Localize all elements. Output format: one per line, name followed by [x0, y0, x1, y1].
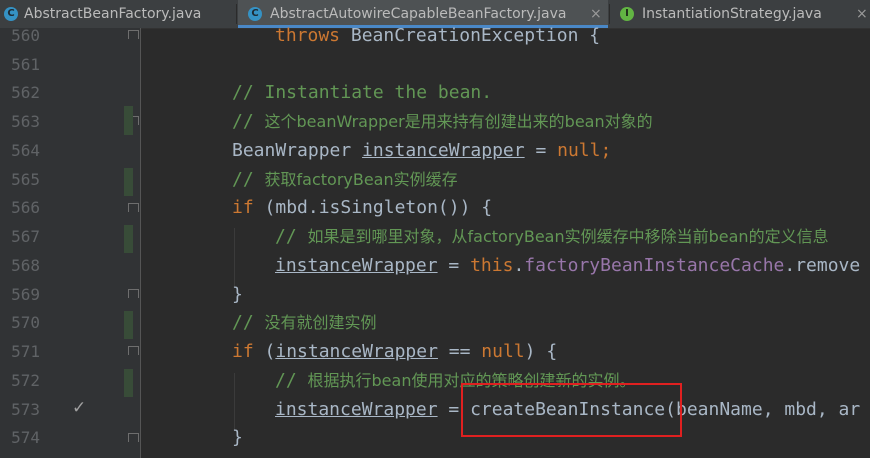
indent-guide: [234, 228, 235, 286]
indent-guide: [234, 373, 235, 431]
code-line-574: }: [232, 427, 243, 448]
code-line-560: throws BeanCreationException {: [275, 25, 601, 46]
java-interface-icon: I: [620, 7, 634, 21]
code-line-568: instanceWrapper = this.factoryBeanInstan…: [275, 255, 861, 276]
close-tab-icon[interactable]: ×: [856, 0, 868, 28]
highlight-box: [461, 383, 682, 437]
code-line-570: // 没有就创建实例: [232, 312, 377, 333]
tab-divider: [236, 4, 237, 24]
tab-label: AbstractBeanFactory.java: [24, 6, 202, 22]
code-line-571: if (instanceWrapper == null) {: [232, 341, 558, 362]
tab-divider: [609, 4, 610, 24]
code-line-565: // 获取factoryBean实例缓存: [232, 169, 458, 190]
java-class-icon: C: [248, 7, 262, 21]
code-line-563: // 这个beanWrapper是用来持有创建出来的bean对象的: [232, 111, 653, 132]
code-line-562: // Instantiate the bean.: [232, 82, 493, 103]
code-line-566: if (mbd.isSingleton()) {: [232, 197, 493, 218]
code-line-564: BeanWrapper instanceWrapper = null;: [232, 140, 612, 161]
tab-instantiation-strategy[interactable]: I InstantiationStrategy.java ×: [611, 0, 870, 28]
code-line-567: // 如果是到哪里对象，从factoryBean实例缓存中移除当前bean的定义…: [275, 226, 829, 247]
code-editor[interactable]: throws BeanCreationException { // Instan…: [0, 25, 870, 458]
tab-label: InstantiationStrategy.java: [642, 6, 822, 22]
code-line-569: }: [232, 284, 243, 305]
java-class-icon: C: [4, 7, 18, 21]
